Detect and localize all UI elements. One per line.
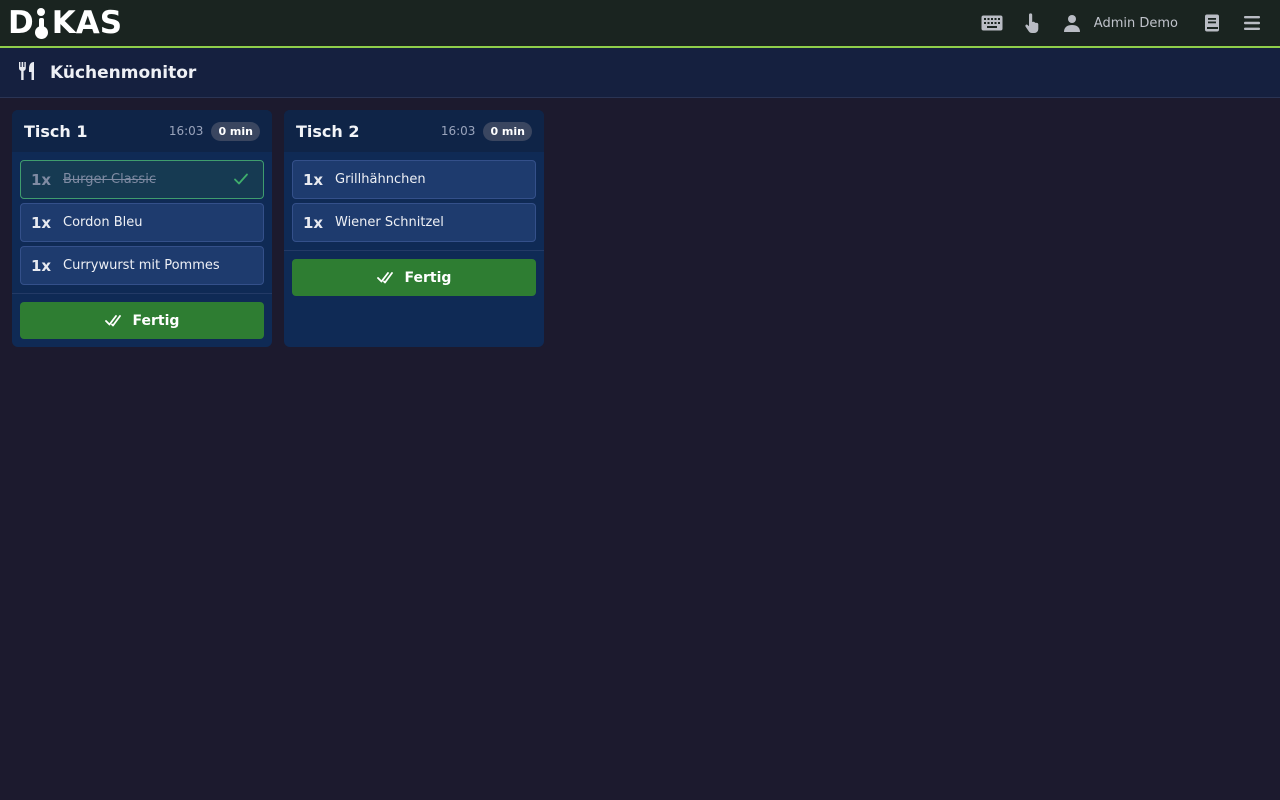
item-name: Wiener Schnitzel <box>335 215 444 230</box>
page-title: Küchenmonitor <box>50 62 197 83</box>
order-card-header: Tisch 2 16:03 0 min <box>284 110 544 152</box>
item-name: Currywurst mit Pommes <box>63 258 220 273</box>
order-board: Tisch 1 16:03 0 min 1x Burger Classic 1x… <box>12 110 544 347</box>
order-item[interactable]: 1x Currywurst mit Pommes <box>20 246 264 285</box>
book-icon[interactable] <box>1192 0 1232 47</box>
double-check-icon <box>104 314 121 328</box>
order-card-header: Tisch 1 16:03 0 min <box>12 110 272 152</box>
order-item[interactable]: 1x Cordon Bleu <box>20 203 264 242</box>
item-quantity: 1x <box>31 256 52 275</box>
table-name: Tisch 1 <box>24 121 88 141</box>
top-bar: D KAS Admin Demo <box>0 0 1280 48</box>
menu-icon[interactable] <box>1232 0 1272 47</box>
order-item[interactable]: 1x Wiener Schnitzel <box>292 203 536 242</box>
order-time: 16:03 <box>168 124 204 138</box>
item-quantity: 1x <box>303 170 324 189</box>
order-card: Tisch 1 16:03 0 min 1x Burger Classic 1x… <box>12 110 272 347</box>
logo-i-mark <box>34 7 51 39</box>
order-items: 1x Burger Classic 1x Cordon Bleu 1x Curr… <box>12 152 272 294</box>
item-name: Burger Classic <box>63 172 156 187</box>
order-items: 1x Grillhähnchen 1x Wiener Schnitzel <box>284 152 544 251</box>
logo-suffix: KAS <box>51 4 123 41</box>
person-icon[interactable] <box>1052 0 1092 47</box>
fertig-button[interactable]: Fertig <box>20 302 264 339</box>
button-label: Fertig <box>404 269 452 286</box>
item-name: Grillhähnchen <box>335 172 426 187</box>
item-quantity: 1x <box>31 213 52 232</box>
touch-icon[interactable] <box>1012 0 1052 47</box>
utensils-icon <box>18 61 36 85</box>
app-logo[interactable]: D KAS <box>8 4 123 41</box>
order-card: Tisch 2 16:03 0 min 1x Grillhähnchen 1x … <box>284 110 544 347</box>
item-quantity: 1x <box>31 170 52 189</box>
keyboard-icon[interactable] <box>972 0 1012 47</box>
order-item[interactable]: 1x Grillhähnchen <box>292 160 536 199</box>
logo-prefix: D <box>8 4 34 41</box>
table-name: Tisch 2 <box>296 121 360 141</box>
user-name[interactable]: Admin Demo <box>1094 16 1178 31</box>
order-item[interactable]: 1x Burger Classic <box>20 160 264 199</box>
fertig-button[interactable]: Fertig <box>292 259 536 296</box>
item-quantity: 1x <box>303 213 324 232</box>
check-icon <box>233 171 249 191</box>
elapsed-badge: 0 min <box>211 121 260 141</box>
button-label: Fertig <box>132 312 180 329</box>
elapsed-badge: 0 min <box>483 121 532 141</box>
item-name: Cordon Bleu <box>63 215 143 230</box>
page-header: Küchenmonitor <box>0 48 1280 98</box>
order-time: 16:03 <box>440 124 476 138</box>
double-check-icon <box>376 271 393 285</box>
